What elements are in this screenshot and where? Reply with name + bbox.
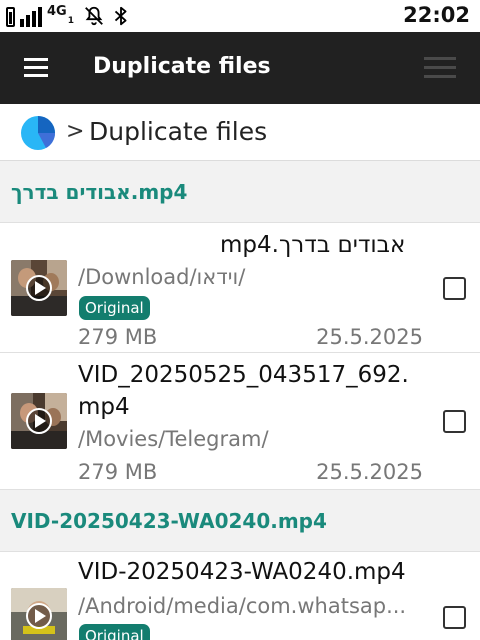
duplicate-group-header: VID-20250423-WA0240.mp4 — [0, 490, 480, 552]
breadcrumb-label[interactable]: Duplicate files — [89, 117, 267, 146]
storage-pie-icon[interactable] — [20, 115, 56, 151]
file-date: 25.5.2025 — [316, 460, 423, 484]
breadcrumb-separator: > — [66, 119, 85, 144]
network-type-label: 4G — [47, 4, 67, 19]
file-name: VID_20250525_043517_692.mp4 — [78, 362, 409, 420]
app-toolbar: Duplicate files — [0, 32, 480, 104]
overflow-menu-icon[interactable] — [418, 48, 462, 88]
file-row[interactable]: VID-20250423-WA0240.mp4 /Android/media/c… — [0, 552, 480, 640]
original-badge: Original — [79, 296, 150, 320]
file-row[interactable]: VID_20250525_043517_692.mp4 /Movies/Tele… — [0, 353, 480, 490]
file-name: VID-20250423-WA0240.mp4 — [78, 559, 406, 585]
video-thumbnail — [11, 588, 67, 640]
signal-icon — [20, 7, 42, 27]
file-select-checkbox[interactable] — [443, 410, 466, 433]
file-path: /Download/וידאו/ — [78, 265, 246, 289]
clock: 22:02 — [403, 3, 470, 27]
file-name: אבודים בדרך.mp4 — [220, 232, 406, 258]
file-path: /Android/media/com.whatsap... — [78, 594, 407, 618]
status-bar: 4G 1 22:02 — [0, 0, 480, 32]
file-size: 279 MB — [78, 325, 158, 349]
file-row[interactable]: אבודים בדרך.mp4 /Download/וידאו/ Origina… — [0, 223, 480, 353]
video-thumbnail — [11, 260, 67, 316]
file-path: /Movies/Telegram/ — [78, 427, 269, 451]
network-sub-label: 1 — [67, 16, 74, 26]
mute-notifications-icon — [85, 6, 103, 26]
duplicate-group-header: אבודים בדרך.mp4 — [0, 161, 480, 223]
status-icons: 4G 1 — [6, 4, 132, 27]
group-title: VID-20250423-WA0240.mp4 — [11, 509, 327, 533]
video-thumbnail — [11, 393, 67, 449]
toolbar-title: Duplicate files — [93, 54, 271, 79]
file-select-checkbox[interactable] — [443, 277, 466, 300]
file-date: 25.5.2025 — [316, 325, 423, 349]
breadcrumb: > Duplicate files — [0, 104, 480, 161]
file-size: 279 MB — [78, 460, 158, 484]
hamburger-menu-icon[interactable] — [14, 48, 58, 88]
file-select-checkbox[interactable] — [443, 606, 466, 629]
bluetooth-icon — [114, 6, 127, 26]
battery-icon — [6, 7, 15, 27]
original-badge: Original — [79, 624, 150, 640]
group-title: אבודים בדרך.mp4 — [11, 180, 188, 204]
